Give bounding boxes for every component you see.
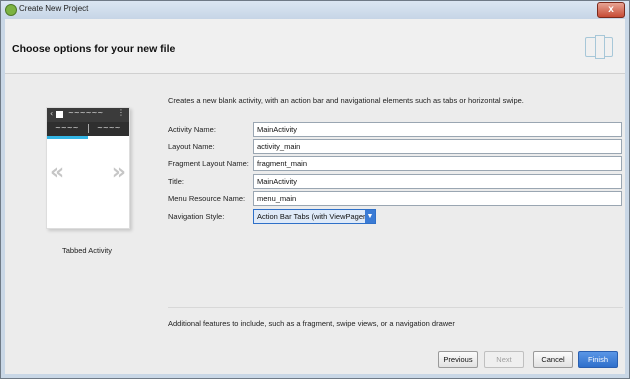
swipe-left-icon: « xyxy=(50,160,65,185)
preview-tabs: ~~~~ ~~~~ xyxy=(47,122,129,136)
overflow-menu-icon: ⋮ xyxy=(117,108,125,117)
additional-features-text: Additional features to include, such as … xyxy=(168,319,455,328)
navigation-style-select[interactable]: Action Bar Tabs (with ViewPager) ▼ xyxy=(253,209,376,224)
swipe-right-icon: » xyxy=(111,160,126,185)
preview-tab-2: ~~~~ xyxy=(97,124,121,132)
preview-tab-1: ~~~~ xyxy=(55,124,79,132)
title-bar: Create New Project x xyxy=(1,1,629,19)
menu-resource-name-row: Menu Resource Name: menu_main xyxy=(168,191,623,207)
layout-name-row: Layout Name: activity_main xyxy=(168,139,623,155)
preview-title: ~~~~~~ xyxy=(68,109,104,117)
menu-resource-name-field[interactable]: menu_main xyxy=(253,191,622,206)
dialog-client: Choose options for your new file ‹ ~~~~~… xyxy=(5,19,625,374)
template-description: Creates a new blank activity, with an ac… xyxy=(168,96,524,105)
title-row: Title: MainActivity xyxy=(168,174,623,190)
close-button[interactable]: x xyxy=(597,2,625,18)
activity-preview: ‹ ~~~~~~ ⋮ ~~~~ ~~~~ « » xyxy=(46,107,130,229)
back-icon: ‹ xyxy=(50,109,54,118)
title-field[interactable]: MainActivity xyxy=(253,174,622,189)
android-studio-icon xyxy=(5,4,17,16)
tab-indicator xyxy=(47,136,88,139)
page-title: Choose options for your new file xyxy=(12,43,176,55)
app-icon-square xyxy=(56,111,63,118)
create-project-window: Create New Project x Choose options for … xyxy=(0,0,630,379)
fragment-layout-name-row: Fragment Layout Name: fragment_main xyxy=(168,156,623,172)
header: Choose options for your new file xyxy=(5,19,625,74)
window-title: Create New Project xyxy=(19,4,89,13)
fragment-layout-name-label: Fragment Layout Name: xyxy=(168,159,249,168)
navigation-style-row: Navigation Style: Action Bar Tabs (with … xyxy=(168,209,623,225)
device-icon xyxy=(585,35,613,59)
next-button[interactable]: Next xyxy=(484,351,524,368)
template-caption: Tabbed Activity xyxy=(61,246,113,255)
activity-name-label: Activity Name: xyxy=(168,125,216,134)
layout-name-field[interactable]: activity_main xyxy=(253,139,622,154)
title-label: Title: xyxy=(168,177,184,186)
divider xyxy=(168,307,623,308)
navigation-style-value: Action Bar Tabs (with ViewPager) xyxy=(257,212,369,221)
menu-resource-name-label: Menu Resource Name: xyxy=(168,194,246,203)
cancel-button[interactable]: Cancel xyxy=(533,351,573,368)
tab-divider xyxy=(88,124,89,133)
previous-button[interactable]: Previous xyxy=(438,351,478,368)
layout-name-label: Layout Name: xyxy=(168,142,215,151)
activity-name-row: Activity Name: MainActivity xyxy=(168,122,623,138)
fragment-layout-name-field[interactable]: fragment_main xyxy=(253,156,622,171)
preview-action-bar: ‹ ~~~~~~ ⋮ xyxy=(47,108,129,122)
activity-name-field[interactable]: MainActivity xyxy=(253,122,622,137)
chevron-down-icon[interactable]: ▼ xyxy=(365,210,375,223)
finish-button[interactable]: Finish xyxy=(578,351,618,368)
navigation-style-label: Navigation Style: xyxy=(168,212,225,221)
